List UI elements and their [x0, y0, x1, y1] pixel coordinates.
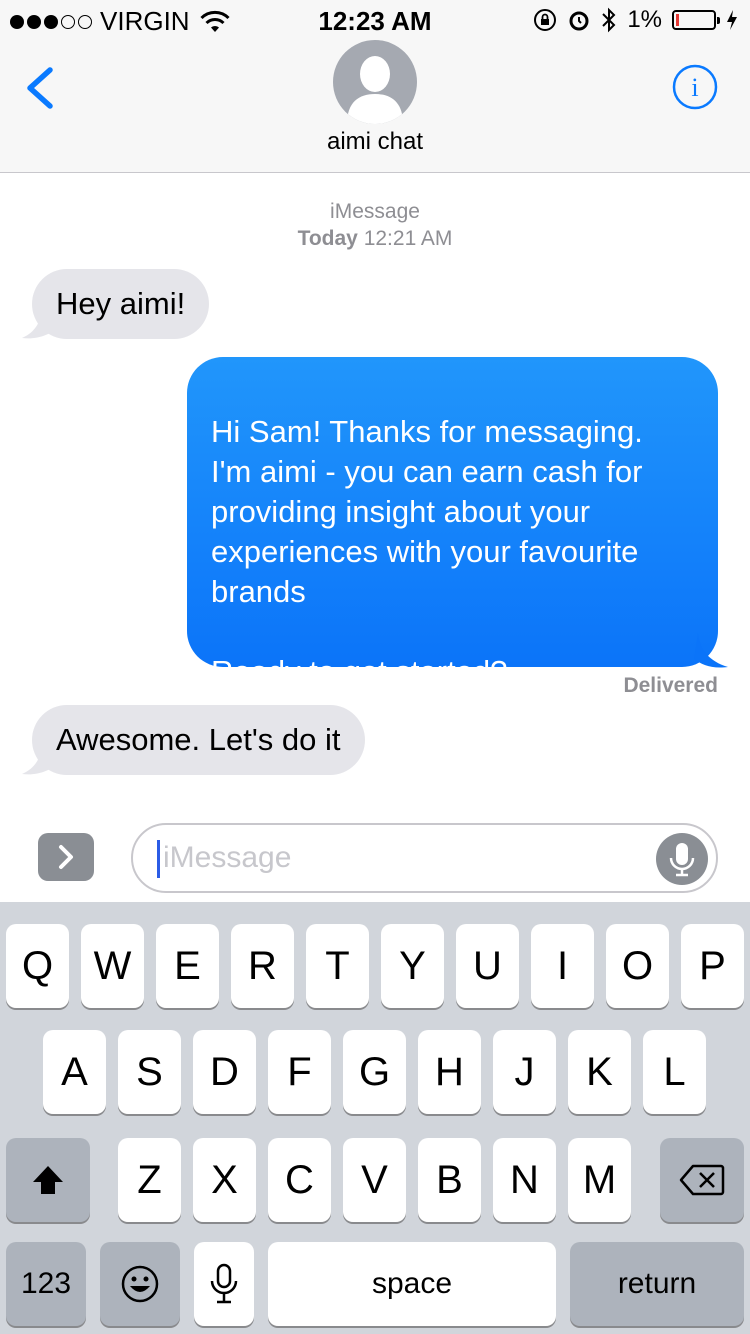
- delivered-status: Delivered: [623, 674, 718, 697]
- key-r[interactable]: R: [231, 924, 294, 1008]
- key-t[interactable]: T: [306, 924, 369, 1008]
- chevron-right-icon: [59, 845, 73, 869]
- info-icon[interactable]: i: [672, 64, 718, 110]
- thread-timestamp: iMessage Today 12:21 AM: [0, 198, 750, 252]
- key-s[interactable]: S: [118, 1030, 181, 1114]
- conversation-header: aimi chat i: [0, 40, 750, 173]
- service-label: iMessage: [330, 200, 420, 223]
- date-time-label: Today 12:21 AM: [0, 225, 750, 252]
- shift-key[interactable]: [6, 1138, 90, 1222]
- contact-name[interactable]: aimi chat: [0, 128, 750, 156]
- bubble-tail: [22, 306, 58, 339]
- key-f[interactable]: F: [268, 1030, 331, 1114]
- rotation-lock-icon: [534, 9, 557, 31]
- microphone-icon: [210, 1263, 238, 1304]
- key-j[interactable]: J: [493, 1030, 556, 1114]
- chevron-left-icon[interactable]: [22, 66, 56, 110]
- key-x[interactable]: X: [193, 1138, 256, 1222]
- key-p[interactable]: P: [681, 924, 744, 1008]
- key-i[interactable]: I: [531, 924, 594, 1008]
- space-key[interactable]: space: [268, 1242, 556, 1326]
- battery-icon: [672, 10, 720, 30]
- backspace-icon: [679, 1164, 725, 1196]
- message-bubble-outgoing[interactable]: Hi Sam! Thanks for messaging. I'm aimi -…: [187, 357, 718, 689]
- key-z[interactable]: Z: [118, 1138, 181, 1222]
- person-icon: [347, 56, 403, 124]
- charging-bolt-icon: [727, 10, 737, 30]
- key-b[interactable]: B: [418, 1138, 481, 1222]
- key-o[interactable]: O: [606, 924, 669, 1008]
- key-h[interactable]: H: [418, 1030, 481, 1114]
- alarm-icon: [569, 11, 589, 31]
- text-caret: [157, 840, 160, 878]
- time-label: 12:21 AM: [363, 227, 453, 250]
- key-v[interactable]: V: [343, 1138, 406, 1222]
- expand-apps-button[interactable]: [38, 833, 94, 881]
- key-d[interactable]: D: [193, 1030, 256, 1114]
- key-a[interactable]: A: [43, 1030, 106, 1114]
- avatar[interactable]: [333, 40, 417, 124]
- message-input-placeholder: iMessage: [163, 841, 292, 874]
- delete-key[interactable]: [660, 1138, 744, 1222]
- status-icons: 1%: [533, 6, 738, 34]
- key-q[interactable]: Q: [6, 924, 69, 1008]
- message-bubble-incoming[interactable]: Awesome. Let's do it: [32, 705, 365, 775]
- key-c[interactable]: C: [268, 1138, 331, 1222]
- key-l[interactable]: L: [643, 1030, 706, 1114]
- message-text: Hey aimi!: [56, 286, 186, 321]
- emoji-icon: [121, 1265, 159, 1303]
- message-input[interactable]: iMessage: [131, 823, 718, 893]
- key-k[interactable]: K: [568, 1030, 631, 1114]
- key-m[interactable]: M: [568, 1138, 631, 1222]
- key-w[interactable]: W: [81, 924, 144, 1008]
- key-g[interactable]: G: [343, 1030, 406, 1114]
- return-key[interactable]: return: [570, 1242, 744, 1326]
- bluetooth-icon: [602, 7, 616, 33]
- shift-icon: [33, 1166, 63, 1194]
- key-u[interactable]: U: [456, 924, 519, 1008]
- date-label: Today: [297, 227, 358, 250]
- svg-text:i: i: [691, 73, 698, 102]
- bubble-tail: [694, 633, 728, 668]
- message-text: Hi Sam! Thanks for messaging. I'm aimi -…: [211, 414, 643, 689]
- dictation-button[interactable]: [656, 833, 708, 885]
- key-n[interactable]: N: [493, 1138, 556, 1222]
- dictation-key[interactable]: [194, 1242, 254, 1326]
- bubble-tail: [22, 742, 58, 775]
- keyboard: QWERTYUIOP ASDFGHJKL ZXCVBNM 123 space r…: [0, 902, 750, 1334]
- message-text: Awesome. Let's do it: [56, 722, 341, 757]
- key-y[interactable]: Y: [381, 924, 444, 1008]
- numbers-key[interactable]: 123: [6, 1242, 86, 1326]
- battery-percent: 1%: [627, 6, 662, 33]
- status-bar: VIRGIN 12:23 AM 1%: [0, 0, 750, 40]
- key-e[interactable]: E: [156, 924, 219, 1008]
- microphone-icon: [669, 843, 695, 877]
- emoji-key[interactable]: [100, 1242, 180, 1326]
